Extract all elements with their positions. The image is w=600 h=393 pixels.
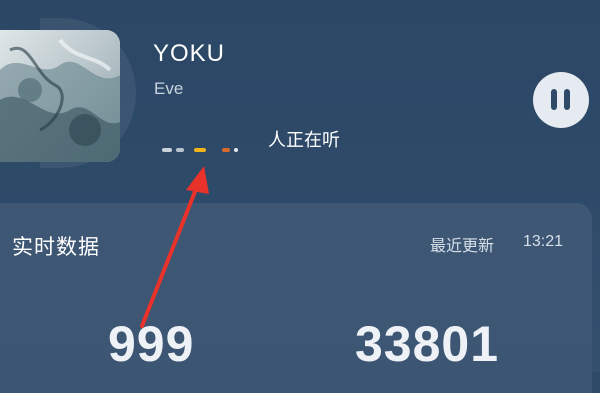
listeners-label: 人正在听 <box>268 130 340 151</box>
album-cover-art[interactable] <box>0 30 120 162</box>
pause-button[interactable] <box>533 72 589 128</box>
listeners-count-redacted <box>162 144 242 158</box>
song-artist[interactable]: Eve <box>154 79 183 99</box>
last-updated-time: 13:21 <box>523 233 564 250</box>
section-title: 实时数据 <box>12 235 100 259</box>
stat-value: 999 <box>108 316 195 372</box>
realtime-data-card: 实时数据 最近更新 13:21 999 33801 <box>0 203 592 393</box>
album-cover-image <box>0 30 120 162</box>
song-title: YOKU <box>153 40 226 67</box>
stat-value: 33801 <box>355 316 500 372</box>
last-updated-label: 最近更新 <box>430 236 495 255</box>
listeners-row: 人正在听 <box>160 124 380 164</box>
